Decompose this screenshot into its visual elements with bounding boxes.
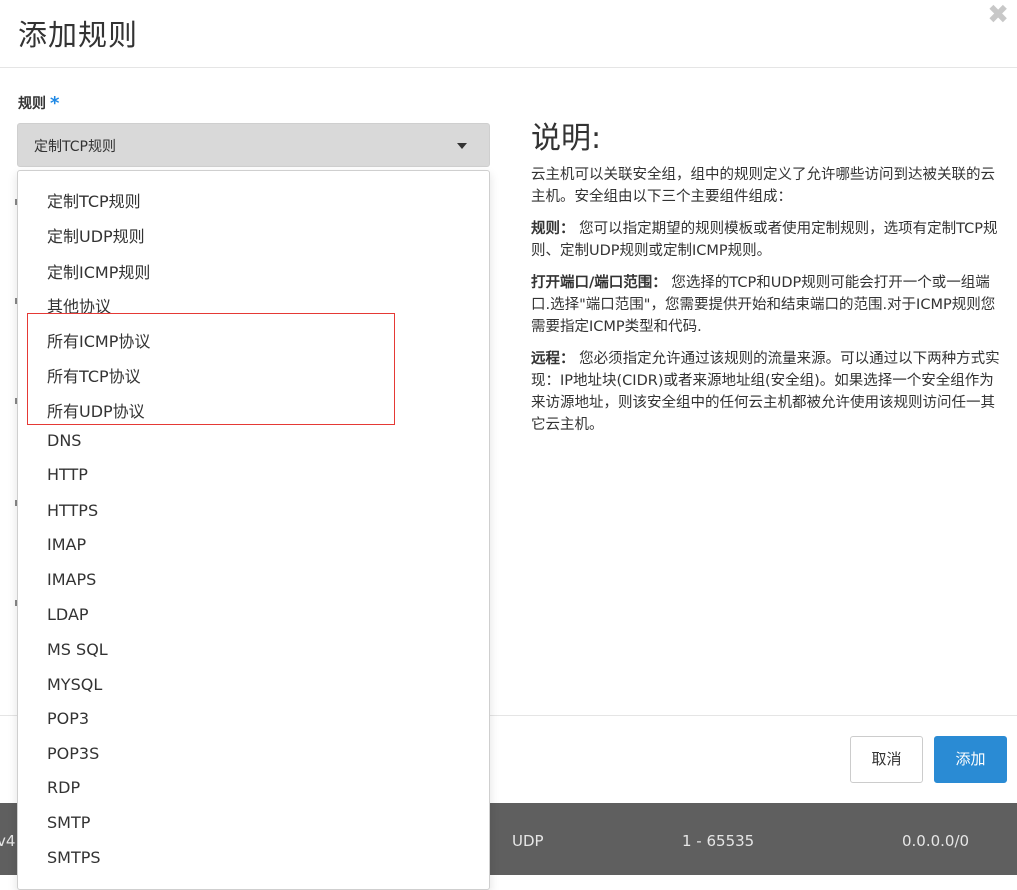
option-custom-icmp[interactable]: 定制ICMP规则 <box>47 259 150 283</box>
cancel-button[interactable]: 取消 <box>850 736 923 783</box>
rule-label: 规则 * <box>18 92 60 114</box>
option-all-tcp[interactable]: 所有TCP协议 <box>47 363 141 387</box>
bg-ether-type: v4 <box>0 832 16 850</box>
option-mysql[interactable]: MYSQL <box>47 675 102 694</box>
option-ldap[interactable]: LDAP <box>47 605 89 624</box>
option-other-protocol[interactable]: 其他协议 <box>47 293 111 317</box>
help-rule-term: 规则： <box>531 221 575 237</box>
modal-title: 添加规则 <box>18 18 139 52</box>
help-port-term: 打开端口/端口范围： <box>531 275 667 291</box>
option-smtp[interactable]: SMTP <box>47 813 90 832</box>
option-imaps[interactable]: IMAPS <box>47 570 96 589</box>
help-text: 云主机可以关联安全组，组中的规则定义了允许哪些访问到达被关联的云主机。安全组由以… <box>531 164 1007 446</box>
option-all-udp[interactable]: 所有UDP协议 <box>47 398 145 422</box>
option-smtps[interactable]: SMTPS <box>47 848 101 867</box>
option-http[interactable]: HTTP <box>47 465 88 484</box>
option-rdp[interactable]: RDP <box>47 778 80 797</box>
option-custom-udp[interactable]: 定制UDP规则 <box>47 223 145 247</box>
bg-protocol: UDP <box>512 832 544 850</box>
help-remote-term: 远程： <box>531 351 575 367</box>
rule-select[interactable]: 定制TCP规则 <box>17 123 490 167</box>
bg-port-range: 1 - 65535 <box>682 832 755 850</box>
option-pop3[interactable]: POP3 <box>47 709 89 728</box>
option-https[interactable]: HTTPS <box>47 501 98 520</box>
rule-select-value: 定制TCP规则 <box>34 139 116 155</box>
option-custom-tcp[interactable]: 定制TCP规则 <box>47 188 141 212</box>
help-title: 说明: <box>531 121 602 156</box>
option-pop3s[interactable]: POP3S <box>47 744 99 763</box>
header-divider <box>0 67 1017 68</box>
help-remote-text: 您必须指定允许通过该规则的流量来源。可以通过以下两种方式实现：IP地址块(CID… <box>531 351 1000 433</box>
close-icon[interactable]: ✖ <box>987 2 1009 28</box>
option-dns[interactable]: DNS <box>47 431 81 450</box>
add-button[interactable]: 添加 <box>934 736 1007 783</box>
help-port: 打开端口/端口范围： 您选择的TCP和UDP规则可能会打开一个或一组端口.选择"… <box>531 272 1007 338</box>
required-mark: * <box>50 93 60 114</box>
help-intro: 云主机可以关联安全组，组中的规则定义了允许哪些访问到达被关联的云主机。安全组由以… <box>531 167 995 205</box>
option-imap[interactable]: IMAP <box>47 535 86 554</box>
help-rule-text: 您可以指定期望的规则模板或者使用定制规则，选项有定制TCP规则、定制UDP规则或… <box>531 221 998 259</box>
help-rule: 规则： 您可以指定期望的规则模板或者使用定制规则，选项有定制TCP规则、定制UD… <box>531 218 1007 262</box>
caret-down-icon <box>457 143 467 149</box>
help-remote: 远程： 您必须指定允许通过该规则的流量来源。可以通过以下两种方式实现：IP地址块… <box>531 348 1007 436</box>
option-all-icmp[interactable]: 所有ICMP协议 <box>47 328 150 352</box>
bg-remote: 0.0.0.0/0 <box>902 832 970 850</box>
option-ms-sql[interactable]: MS SQL <box>47 640 108 659</box>
rule-dropdown-list[interactable]: 定制TCP规则 定制UDP规则 定制ICMP规则 其他协议 所有ICMP协议 所… <box>17 170 490 890</box>
rule-label-text: 规则 <box>18 96 46 112</box>
